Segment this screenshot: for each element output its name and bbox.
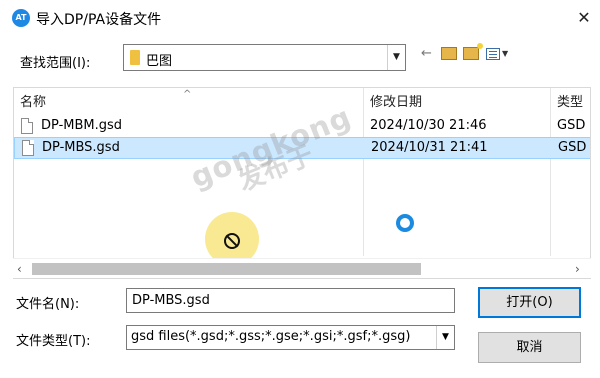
file-icon [22, 140, 34, 156]
column-header-date[interactable]: 修改日期 [370, 88, 550, 118]
chevron-down-icon[interactable]: ▼ [436, 326, 454, 349]
scroll-right-icon[interactable]: › [575, 262, 580, 276]
column-divider[interactable] [363, 88, 364, 256]
column-divider[interactable] [550, 88, 551, 256]
column-header-type[interactable]: 类型 [557, 88, 590, 118]
look-in-combo[interactable]: 巴图 ▼ [123, 44, 406, 71]
file-type-select[interactable]: gsd files(*.gsd;*.gss;*.gse;*.gsi;*.gsf;… [126, 325, 455, 350]
chevron-down-icon[interactable]: ▼ [387, 45, 405, 70]
look-in-value: 巴图 [146, 54, 173, 69]
folder-icon [130, 50, 140, 65]
scroll-thumb[interactable] [32, 263, 421, 275]
file-icon [21, 118, 33, 134]
dialog-title: 导入DP/PA设备文件 [36, 12, 162, 28]
sort-ascending-icon: ^ [183, 89, 192, 100]
not-allowed-cursor-icon [224, 233, 240, 249]
close-button[interactable]: ✕ [572, 6, 596, 30]
file-type: GSD [558, 140, 587, 155]
busy-cursor-icon [396, 214, 414, 232]
file-name: DP-MBM.gsd [41, 118, 123, 133]
file-date: 2024/10/31 21:41 [371, 140, 488, 155]
up-folder-icon[interactable] [441, 47, 457, 60]
file-type-value: gsd files(*.gsd;*.gss;*.gse;*.gsi;*.gsf;… [131, 329, 411, 344]
file-date: 2024/10/30 21:46 [370, 118, 487, 133]
view-menu-icon[interactable] [486, 48, 500, 60]
back-arrow-icon[interactable]: ← [421, 46, 435, 62]
import-dialog: AT 导入DP/PA设备文件 ✕ 查找范围(I): 巴图 ▼ ← ▼ 名称 ^ … [0, 0, 600, 378]
file-type-label: 文件类型(T): [16, 334, 91, 349]
app-icon: AT [12, 9, 30, 27]
cancel-button[interactable]: 取消 [478, 332, 581, 363]
file-type: GSD [557, 118, 586, 133]
horizontal-scrollbar[interactable]: ‹ › [13, 258, 591, 278]
file-name-label: 文件名(N): [16, 297, 80, 312]
scroll-left-icon[interactable]: ‹ [17, 262, 22, 276]
file-name-input[interactable]: DP-MBS.gsd [126, 288, 455, 313]
new-folder-icon[interactable] [463, 43, 483, 60]
title-bar: AT 导入DP/PA设备文件 ✕ [0, 0, 600, 36]
view-menu-arrow-icon[interactable]: ▼ [502, 46, 512, 62]
open-button[interactable]: 打开(O) [478, 287, 581, 318]
look-in-label: 查找范围(I): [20, 56, 91, 71]
file-name: DP-MBS.gsd [42, 140, 120, 155]
